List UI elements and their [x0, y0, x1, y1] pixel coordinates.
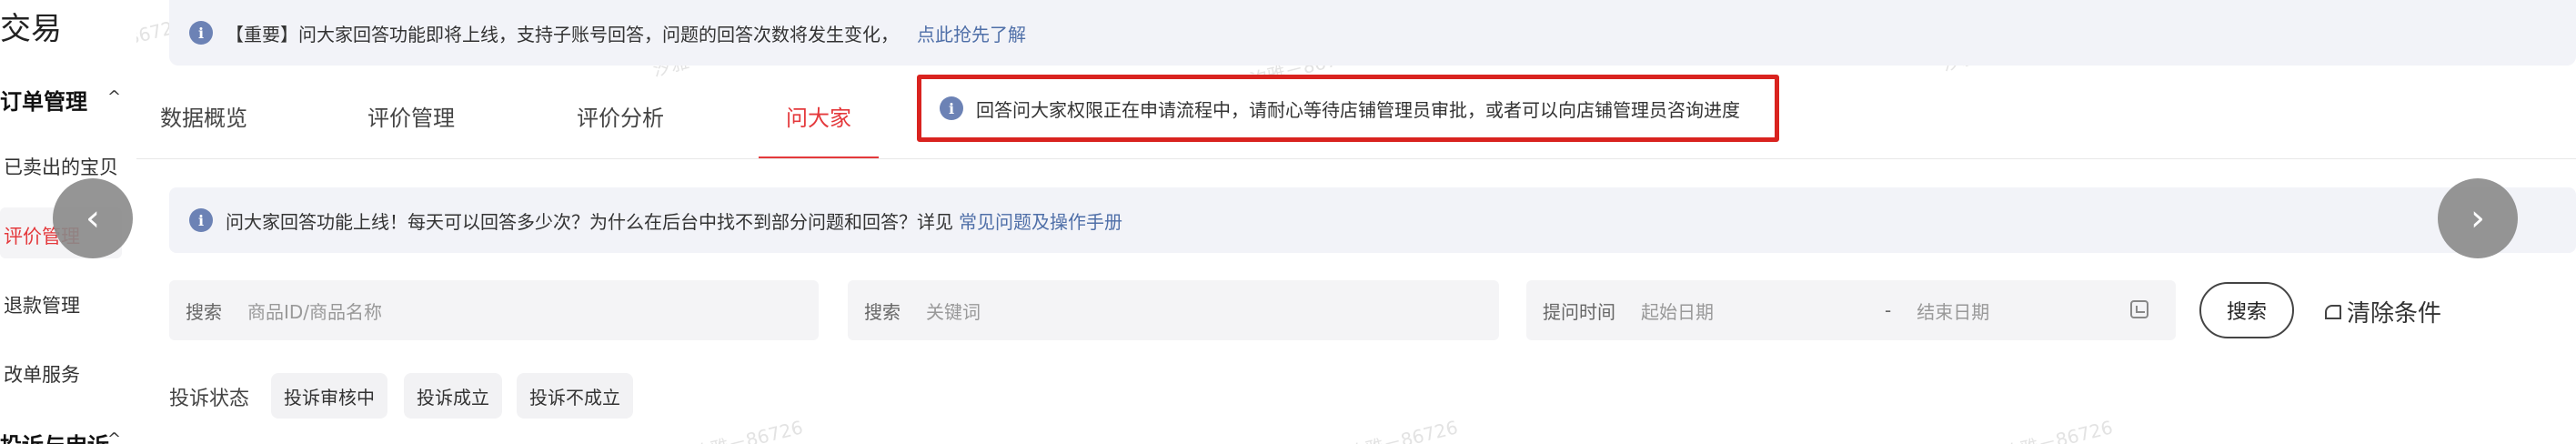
chevron-up-icon[interactable]: ^	[107, 429, 121, 444]
tab-data-overview[interactable]: 数据概览	[160, 100, 247, 132]
keyword-search-label: 搜索	[864, 300, 901, 323]
question-time-range-picker[interactable]: 提问时间 起始日期 - 结束日期	[1526, 280, 2176, 340]
sidebar-item-order-change-service[interactable]: 改单服务	[4, 360, 80, 388]
product-search-input[interactable]: 搜索 商品ID/商品名称	[169, 280, 819, 340]
sidebar-group-complaints[interactable]: 投诉与申诉	[0, 428, 109, 444]
tabs-divider	[136, 158, 2576, 159]
clear-conditions-label: 清除条件	[2347, 300, 2442, 328]
sidebar-item-sold-items[interactable]: 已卖出的宝贝	[4, 153, 118, 180]
sidebar-group-order-management[interactable]: 订单管理	[0, 84, 87, 116]
complaint-chip-established[interactable]: 投诉成立	[404, 373, 502, 419]
sidebar-title: 交易	[0, 11, 62, 47]
eraser-icon	[2325, 304, 2341, 319]
end-date-input[interactable]: 结束日期	[1917, 298, 1989, 324]
feature-notice-banner: i 问大家回答功能上线！每天可以回答多少次？为什么在后台中找不到部分问题和回答？…	[169, 187, 2576, 253]
tab-review-management[interactable]: 评价管理	[367, 100, 455, 132]
chevron-left-icon[interactable]: ‹	[53, 178, 133, 258]
tab-review-analysis[interactable]: 评价分析	[577, 100, 664, 132]
feature-notice-text: 问大家回答功能上线！每天可以回答多少次？为什么在后台中找不到部分问题和回答？详见	[226, 210, 953, 233]
keyword-search-input[interactable]: 搜索 关键词	[848, 280, 1499, 340]
calendar-icon[interactable]	[2130, 300, 2148, 318]
tab-ask-everyone[interactable]: 问大家	[786, 100, 851, 132]
clear-conditions-button[interactable]: 清除条件	[2325, 295, 2441, 328]
date-separator: -	[1885, 299, 1892, 321]
top-notice-link[interactable]: 点此抢先了解	[917, 20, 1026, 46]
watermark: 汐雅－86726	[690, 416, 806, 444]
search-button[interactable]: 搜索	[2199, 282, 2294, 338]
info-icon: i	[189, 21, 213, 45]
product-search-placeholder: 商品ID/商品名称	[247, 300, 383, 323]
permission-pending-message: i 回答问大家权限正在申请流程中，请耐心等待店铺管理员审批，或者可以向店铺管理员…	[917, 75, 1779, 142]
question-time-label: 提问时间	[1543, 300, 1615, 323]
product-search-label: 搜索	[186, 300, 222, 323]
keyword-search-placeholder: 关键词	[926, 300, 981, 323]
info-icon: i	[940, 96, 963, 120]
complaint-status-label: 投诉状态	[169, 388, 250, 410]
watermark: 汐雅－86726	[2000, 416, 2116, 444]
start-date-input[interactable]: 起始日期	[1641, 298, 1859, 324]
sidebar-item-refund-management[interactable]: 退款管理	[4, 291, 80, 318]
faq-manual-link[interactable]: 常见问题及操作手册	[959, 207, 1122, 234]
complaint-chip-not-established[interactable]: 投诉不成立	[517, 373, 633, 419]
top-notice-text: 【重要】问大家回答功能即将上线，支持子账号回答，问题的回答次数将发生变化，	[226, 23, 899, 45]
top-notice-banner: i 【重要】问大家回答功能即将上线，支持子账号回答，问题的回答次数将发生变化， …	[169, 0, 2576, 66]
complaint-chip-under-review[interactable]: 投诉审核中	[271, 373, 387, 419]
info-icon: i	[189, 208, 213, 232]
watermark: 汐雅－86726	[1345, 416, 1461, 444]
chevron-right-icon[interactable]: ›	[2438, 178, 2518, 258]
permission-pending-text: 回答问大家权限正在申请流程中，请耐心等待店铺管理员审批，或者可以向店铺管理员咨询…	[976, 98, 1740, 121]
chevron-up-icon[interactable]: ^	[107, 87, 121, 106]
